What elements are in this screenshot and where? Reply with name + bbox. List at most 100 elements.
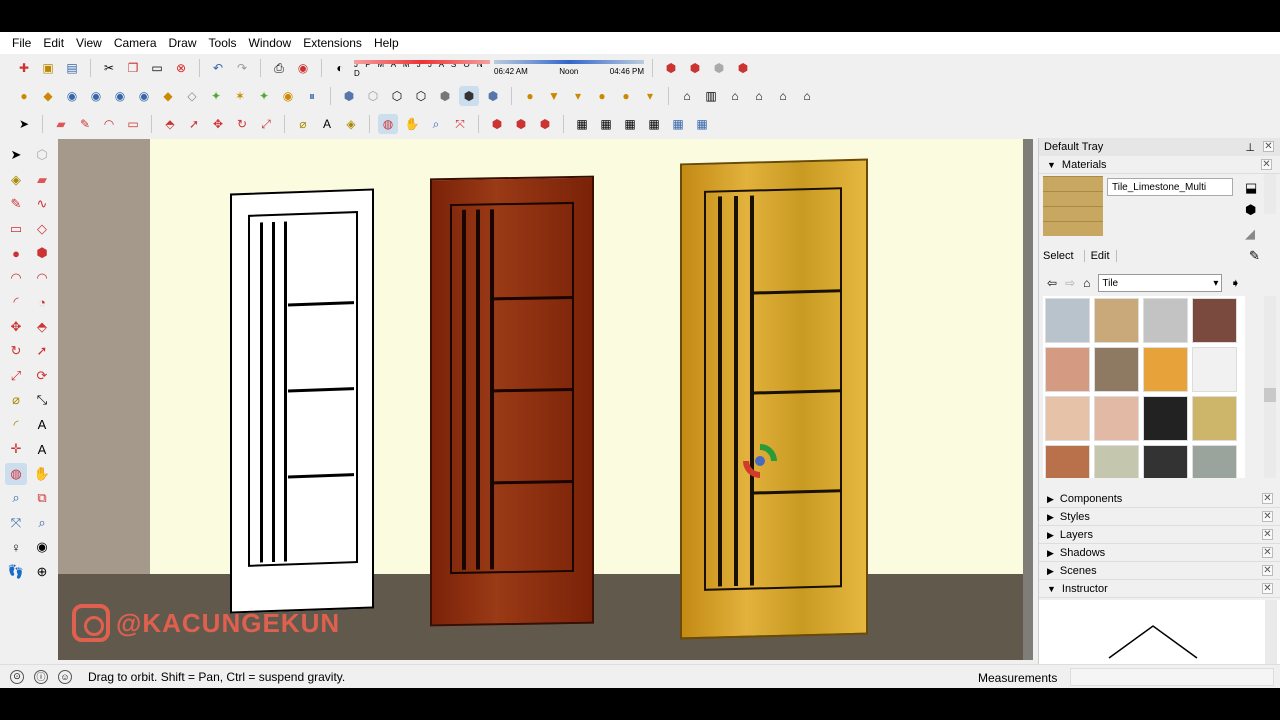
plugin-4-icon[interactable]: ◉ <box>86 86 106 106</box>
look-around-tool-icon[interactable]: ◉ <box>31 536 53 558</box>
scene-3-icon[interactable]: ▦ <box>644 114 664 134</box>
arc-tool-icon[interactable]: ◠ <box>5 267 27 289</box>
plugin-12-icon[interactable]: ◉ <box>278 86 298 106</box>
material-swatch[interactable] <box>1094 347 1139 392</box>
menu-file[interactable]: File <box>6 36 37 50</box>
monochrome-icon[interactable]: ⬢ <box>483 86 503 106</box>
zoom-window-tool-icon[interactable]: ⧉ <box>31 487 53 509</box>
materials-header[interactable]: ▼ Materials ✕ <box>1039 156 1280 174</box>
menu-view[interactable]: View <box>70 36 108 50</box>
plugin-8-icon[interactable]: ◇ <box>182 86 202 106</box>
section-close-icon[interactable]: ✕ <box>1262 565 1273 576</box>
select-arrow-icon[interactable]: ➤ <box>14 114 34 134</box>
section-close-icon[interactable]: ✕ <box>1262 529 1273 540</box>
material-name-field[interactable]: Tile_Limestone_Multi <box>1107 178 1233 196</box>
zoom-tool-icon[interactable]: ⌕ <box>5 487 27 509</box>
zoom-icon[interactable]: ⌕ <box>426 114 446 134</box>
instructor-scrollbar[interactable] <box>1265 600 1277 666</box>
share-model-icon[interactable]: ⬢ <box>685 58 705 78</box>
select-tool-icon[interactable]: ➤ <box>5 144 27 166</box>
plugin-7-icon[interactable]: ◆ <box>158 86 178 106</box>
circle-tool-icon[interactable]: ● <box>5 242 27 264</box>
back-edges-icon[interactable]: ⬡ <box>363 86 383 106</box>
swatch-scrollbar[interactable] <box>1264 296 1276 478</box>
line-tool-icon[interactable]: ✎ <box>5 193 27 215</box>
section-instructor[interactable]: ▼ Instructor ✕ <box>1039 580 1280 598</box>
menu-help[interactable]: Help <box>368 36 405 50</box>
section-close-icon[interactable]: ✕ <box>1262 511 1273 522</box>
rotate-icon[interactable]: ↻ <box>232 114 252 134</box>
plugin-13-icon[interactable]: ⏸ <box>302 86 322 106</box>
protractor-tool-icon[interactable]: ◜ <box>5 414 27 436</box>
menu-window[interactable]: Window <box>243 36 298 50</box>
rect-tool-icon[interactable]: ▭ <box>5 218 27 240</box>
walk-tool-icon[interactable]: 👣 <box>5 561 27 583</box>
geo-location-icon[interactable]: ⊙ <box>10 669 24 684</box>
menu-draw[interactable]: Draw <box>163 36 203 50</box>
rectangle-icon[interactable]: ▭ <box>123 114 143 134</box>
arc-icon[interactable]: ◠ <box>99 114 119 134</box>
material-swatch[interactable] <box>1192 445 1237 478</box>
section-shadows[interactable]: ▶ Shadows ✕ <box>1039 544 1280 562</box>
front-view-icon[interactable]: ⌂ <box>725 86 745 106</box>
material-swatch[interactable] <box>1192 396 1237 441</box>
material-swatch[interactable] <box>1094 298 1139 343</box>
wireframe-icon[interactable]: ⬡ <box>387 86 407 106</box>
push-pull-tool-icon[interactable]: ⬘ <box>31 316 53 338</box>
save-icon[interactable]: ▤ <box>62 58 82 78</box>
home-icon[interactable]: ⌂ <box>1083 276 1090 290</box>
paste-icon[interactable]: ▭ <box>147 58 167 78</box>
make-component-icon[interactable]: ⬡ <box>31 144 53 166</box>
move-tool-icon[interactable]: ✥ <box>5 316 27 338</box>
menu-extensions[interactable]: Extensions <box>297 36 368 50</box>
eraser-tool-icon[interactable]: ▰ <box>31 169 53 191</box>
forward-arrow-icon[interactable]: ⇨ <box>1065 276 1075 290</box>
display-secondary-icon[interactable]: ⬓ <box>1245 180 1257 196</box>
plugin-5-icon[interactable]: ◉ <box>110 86 130 106</box>
back-view-icon[interactable]: ⌂ <box>773 86 793 106</box>
polygon-tool-icon[interactable]: ⬢ <box>31 242 53 264</box>
follow-me-icon[interactable]: ➚ <box>184 114 204 134</box>
follow-me-tool-icon[interactable]: ➚ <box>31 340 53 362</box>
pan-tool-icon[interactable]: ✋ <box>31 463 53 485</box>
tape-tool-icon[interactable]: ⌀ <box>5 389 27 411</box>
swatch-scroll-thumb[interactable] <box>1264 388 1276 402</box>
text-icon[interactable]: A <box>317 114 337 134</box>
paint-tool-icon[interactable]: ◈ <box>5 169 27 191</box>
scene-4-icon[interactable]: ▦ <box>668 114 688 134</box>
scene-5-icon[interactable]: ▦ <box>692 114 712 134</box>
model-info-icon[interactable]: ◉ <box>293 58 313 78</box>
sandbox-3-icon[interactable]: ▾ <box>568 86 588 106</box>
sandbox-1-icon[interactable]: ● <box>520 86 540 106</box>
collection-select[interactable]: Tile ▾ <box>1098 274 1223 292</box>
material-swatch[interactable] <box>1045 396 1090 441</box>
pencil-icon[interactable]: ✎ <box>75 114 95 134</box>
shadow-month-slider[interactable]: J F M A M J J A S O N D <box>354 58 490 78</box>
section-plane-tool-icon[interactable]: ⊕ <box>31 561 53 583</box>
materials-close-icon[interactable]: ✕ <box>1261 159 1272 170</box>
scene-1-icon[interactable]: ▦ <box>596 114 616 134</box>
section-close-icon[interactable]: ✕ <box>1262 547 1273 558</box>
plugin-2-icon[interactable]: ◆ <box>38 86 58 106</box>
model-viewport[interactable]: @KACUNGEKUN <box>58 139 1033 660</box>
3d-text-tool-icon[interactable]: A <box>31 438 53 460</box>
credits-icon[interactable]: ⓘ <box>34 669 48 684</box>
tab-select[interactable]: Select <box>1043 250 1074 262</box>
axes-tool-icon[interactable]: ✛ <box>5 438 27 460</box>
shaded-textures-icon[interactable]: ⬢ <box>459 86 479 106</box>
menu-tools[interactable]: Tools <box>203 36 243 50</box>
plugin-10-icon[interactable]: ✶ <box>230 86 250 106</box>
move-icon[interactable]: ✥ <box>208 114 228 134</box>
section-close-icon[interactable]: ✕ <box>1262 493 1273 504</box>
measurements-input[interactable] <box>1070 668 1274 686</box>
plugin-11-icon[interactable]: ✦ <box>254 86 274 106</box>
redo-icon[interactable]: ↷ <box>232 58 252 78</box>
new-file-icon[interactable]: ✚ <box>14 58 34 78</box>
dimension-tool-icon[interactable]: ⤡ <box>31 389 53 411</box>
user-icon[interactable]: ☺ <box>58 669 72 684</box>
right-view-icon[interactable]: ⌂ <box>749 86 769 106</box>
zoom-extents-tool-icon[interactable]: ⤧ <box>5 512 27 534</box>
scale-icon[interactable]: ⤢ <box>256 114 276 134</box>
sandbox-6-icon[interactable]: ▾ <box>640 86 660 106</box>
iso-view-icon[interactable]: ⌂ <box>677 86 697 106</box>
